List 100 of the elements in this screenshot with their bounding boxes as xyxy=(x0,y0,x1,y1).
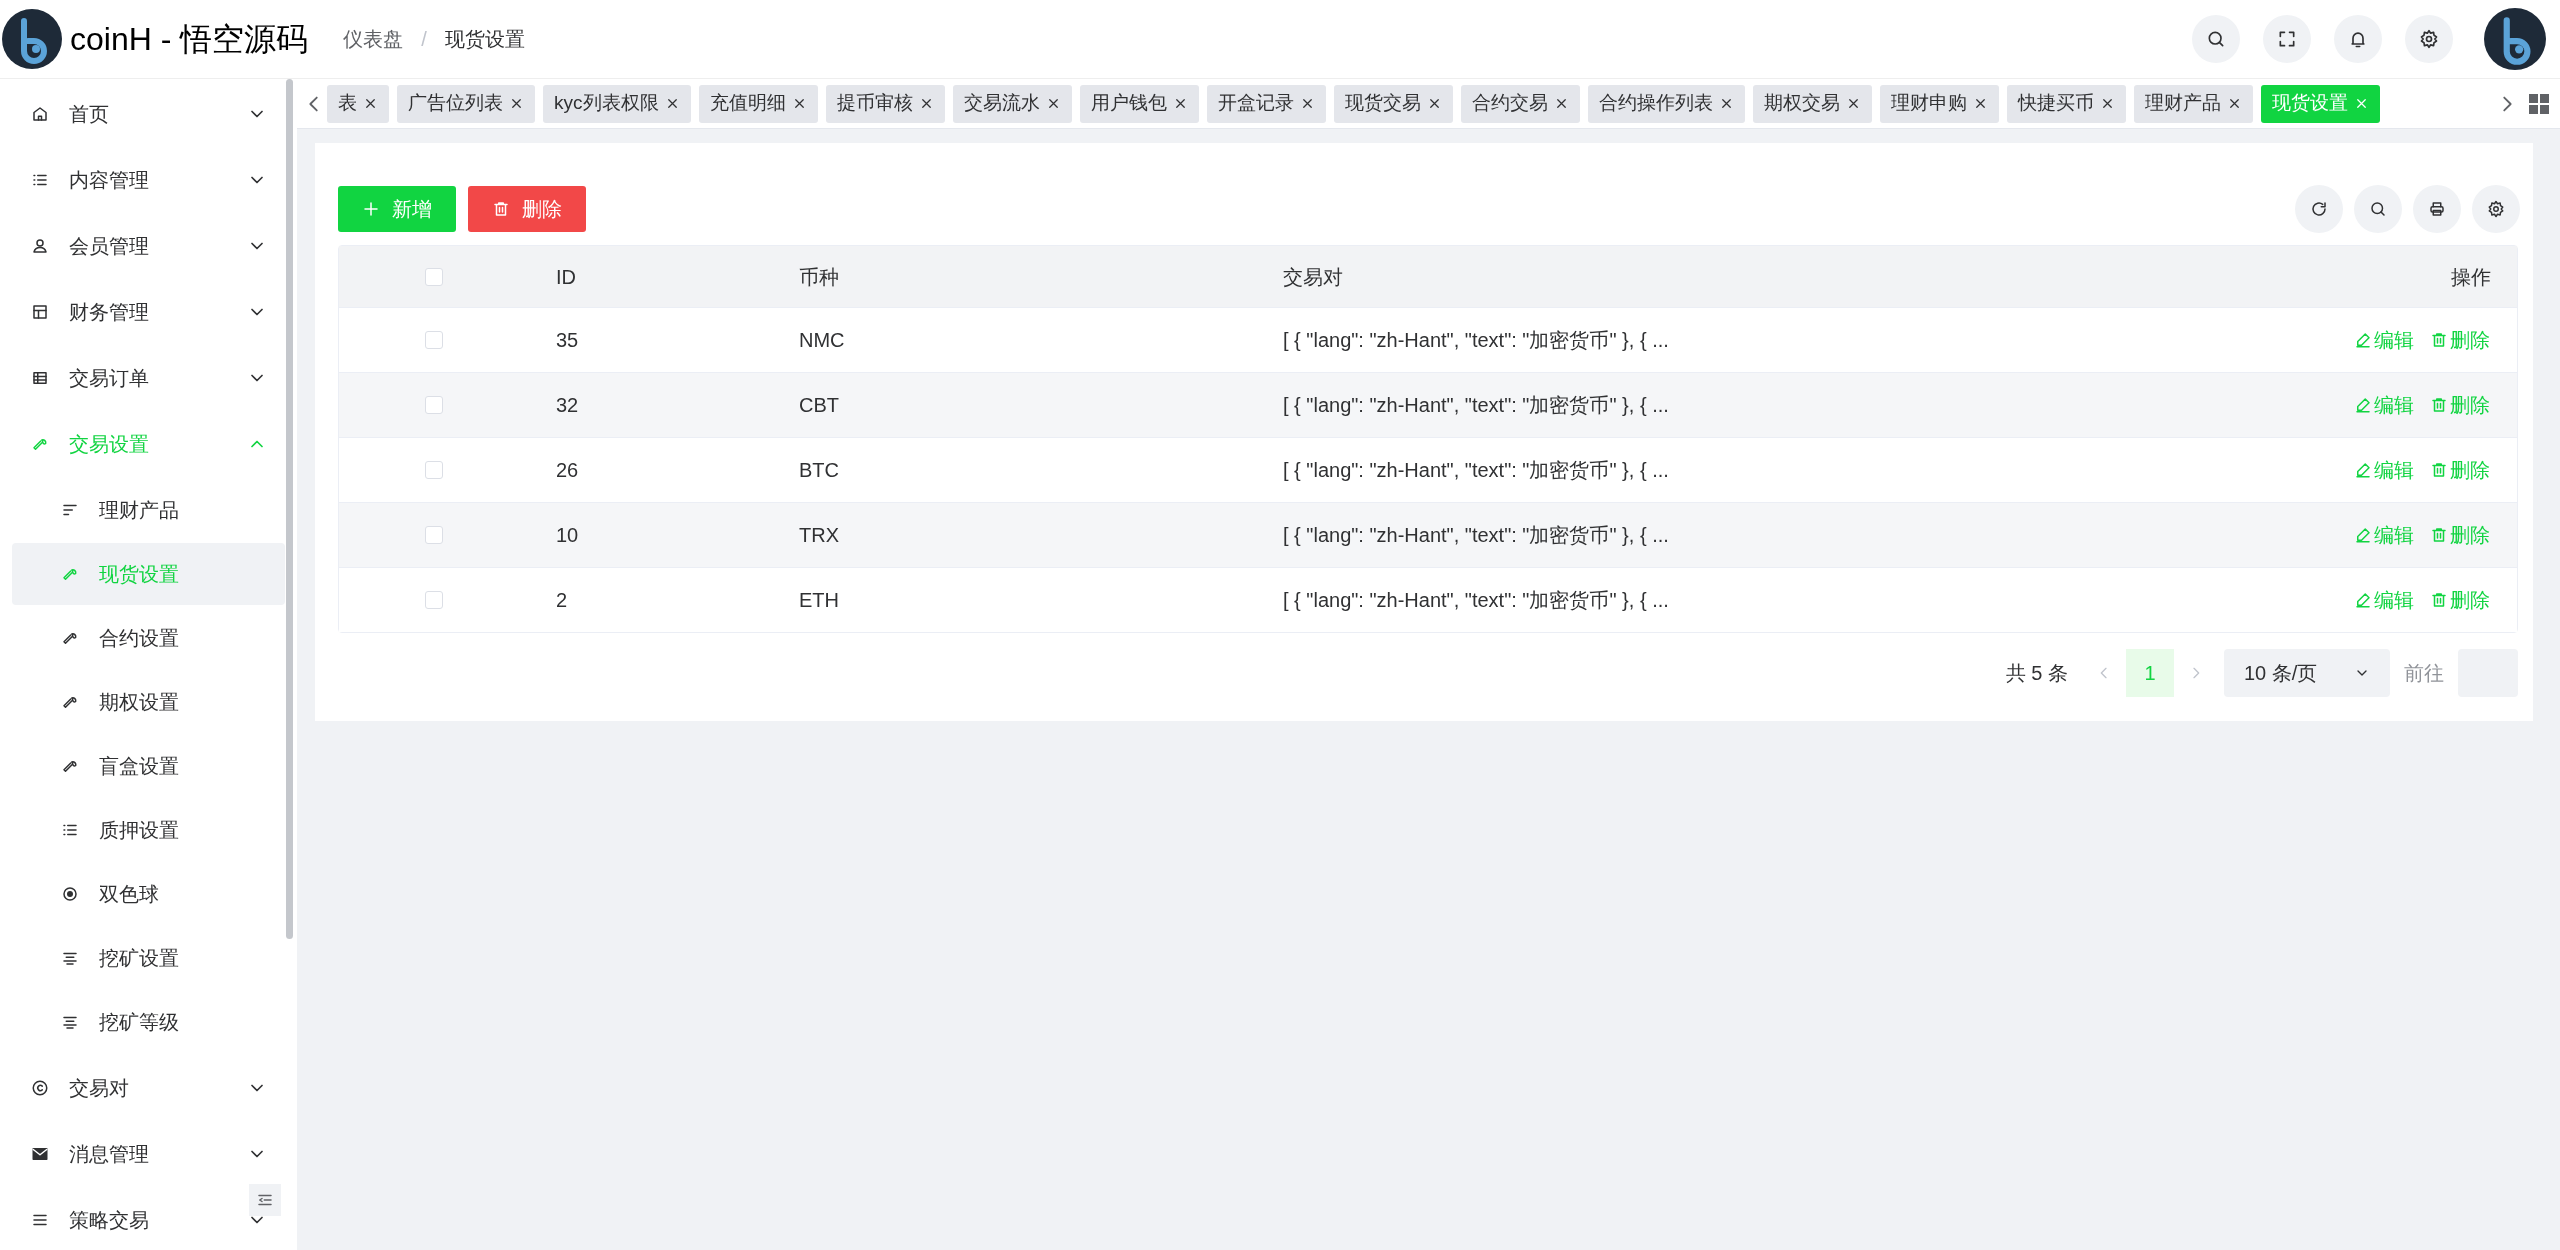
sidebar-item[interactable]: 交易对 xyxy=(0,1055,297,1121)
table-icon xyxy=(31,369,49,387)
search-icon xyxy=(2369,200,2387,218)
gear-icon xyxy=(2487,200,2505,218)
refresh-button[interactable] xyxy=(2295,185,2343,233)
tab[interactable]: 合约交易 xyxy=(1460,84,1580,123)
tab[interactable]: 表 xyxy=(327,84,389,123)
print-icon xyxy=(2428,200,2446,218)
avatar[interactable] xyxy=(2484,8,2546,70)
table-cell: [ { "lang": "zh-Hant", "text": "加密货币" }, { ... xyxy=(1283,329,1669,351)
tab[interactable]: 现货交易 xyxy=(1333,84,1453,123)
print-button[interactable] xyxy=(2413,185,2461,233)
table-cell: CBT xyxy=(799,394,839,416)
total-count: 共 5 条 xyxy=(2005,661,2068,686)
table-cell: [ { "lang": "zh-Hant", "text": "加密货币" }, { ... xyxy=(1283,394,1669,416)
table-cell: ETH xyxy=(799,589,839,611)
sidebar-item[interactable]: 财务管理 xyxy=(0,279,297,345)
submenu-item[interactable]: 挖矿等级 xyxy=(12,991,285,1053)
edit-icon xyxy=(2354,461,2372,479)
trash-icon xyxy=(2430,396,2448,414)
tab[interactable]: 开盒记录 xyxy=(1206,84,1326,123)
column-header: 交易对 xyxy=(1283,265,1343,288)
submenu-item[interactable]: 盲盒设置 xyxy=(12,735,285,797)
sidebar-item[interactable]: 交易订单 xyxy=(0,345,297,411)
trash-icon xyxy=(492,200,510,218)
sidebar-item[interactable]: 首页 xyxy=(0,81,297,147)
table-cell: 35 xyxy=(556,329,579,351)
checkbox[interactable] xyxy=(425,591,443,609)
scrollbar[interactable] xyxy=(286,79,293,939)
tab[interactable]: 广告位列表 xyxy=(397,84,535,123)
table-cell: NMC xyxy=(799,329,845,351)
edit-icon xyxy=(2354,591,2372,609)
table-cell: [ { "lang": "zh-Hant", "text": "加密货币" }, { ... xyxy=(1283,524,1669,546)
table-cell: TRX xyxy=(799,524,839,546)
trash-icon xyxy=(2430,331,2448,349)
app-title: coinH - 悟空源码 xyxy=(70,20,309,59)
table-cell: 2 xyxy=(556,589,568,611)
plus-icon xyxy=(362,200,380,218)
search-icon xyxy=(2206,29,2226,49)
tab[interactable]: 期权交易 xyxy=(1752,84,1872,123)
tab[interactable]: 理财产品 xyxy=(2133,84,2253,123)
submenu-item[interactable]: 挖矿设置 xyxy=(12,927,285,989)
notification-button[interactable] xyxy=(2334,15,2382,63)
logo-icon xyxy=(2,9,62,69)
trash-icon xyxy=(2430,461,2448,479)
breadcrumb-item[interactable]: 现货设置 xyxy=(444,24,525,54)
tab[interactable]: 快捷买币 xyxy=(2006,84,2126,123)
submenu-item[interactable]: 合约设置 xyxy=(12,607,285,669)
tab[interactable]: 用户钱包 xyxy=(1079,84,1199,123)
close-icon[interactable] xyxy=(509,96,524,111)
submenu-item[interactable]: 双色球 xyxy=(12,863,285,925)
sidebar-item[interactable]: 策略交易 xyxy=(0,1187,297,1250)
tab[interactable]: 充值明细 xyxy=(698,84,818,123)
column-settings-button[interactable] xyxy=(2472,185,2520,233)
table-cell: [ { "lang": "zh-Hant", "text": "加密货币" }, { ... xyxy=(1283,589,1669,611)
checkbox[interactable] xyxy=(425,396,443,414)
fullscreen-button[interactable] xyxy=(2263,15,2311,63)
sidebar-item[interactable]: 消息管理 xyxy=(0,1121,297,1187)
radio-icon xyxy=(61,885,79,903)
user-icon xyxy=(31,237,49,255)
grid-icon[interactable] xyxy=(2528,92,2550,115)
copyright-icon xyxy=(31,1079,49,1097)
breadcrumb-separator: / xyxy=(421,27,427,52)
close-icon[interactable] xyxy=(363,96,378,111)
delete-button[interactable]: 删除 xyxy=(468,186,586,232)
checkbox[interactable] xyxy=(425,331,443,349)
edit-icon xyxy=(2354,526,2372,544)
table-cell: 10 xyxy=(556,524,579,546)
settings-button[interactable] xyxy=(2405,15,2453,63)
submenu-item[interactable]: 期权设置 xyxy=(12,671,285,733)
search-icon-button[interactable] xyxy=(2192,15,2240,63)
trash-icon xyxy=(2430,591,2448,609)
page-size-select[interactable]: 10 条/页 xyxy=(2224,649,2390,697)
edit-icon xyxy=(2354,331,2372,349)
breadcrumb-item[interactable]: 仪表盘 xyxy=(343,24,404,54)
tab[interactable]: 理财申购 xyxy=(1879,84,1999,123)
tab[interactable]: 提币审核 xyxy=(825,84,945,123)
tab[interactable]: 交易流水 xyxy=(952,84,1072,123)
full-icon xyxy=(2277,29,2297,49)
sidebar-item[interactable]: 内容管理 xyxy=(0,147,297,213)
checkbox[interactable] xyxy=(425,461,443,479)
refresh-icon xyxy=(2310,200,2328,218)
tab[interactable]: kyc列表权限 xyxy=(543,84,691,123)
checkbox[interactable] xyxy=(425,526,443,544)
table-cell: 32 xyxy=(556,394,579,416)
layout-icon xyxy=(31,303,49,321)
mail-icon xyxy=(31,1145,49,1163)
gear-icon xyxy=(2419,29,2439,49)
column-header: 操作 xyxy=(2451,265,2491,288)
search-button[interactable] xyxy=(2354,185,2402,233)
submenu-item[interactable]: 理财产品 xyxy=(12,479,285,541)
collapse-button[interactable] xyxy=(249,1184,281,1216)
tab[interactable]: 合约操作列表 xyxy=(1587,84,1745,123)
table-cell: BTC xyxy=(799,459,839,481)
table-cell: 26 xyxy=(556,459,579,481)
home-icon xyxy=(31,105,49,123)
sidebar-item[interactable]: 会员管理 xyxy=(0,213,297,279)
submenu-item[interactable]: 质押设置 xyxy=(12,799,285,861)
trash-icon xyxy=(2430,526,2448,544)
checkbox[interactable] xyxy=(425,267,443,286)
